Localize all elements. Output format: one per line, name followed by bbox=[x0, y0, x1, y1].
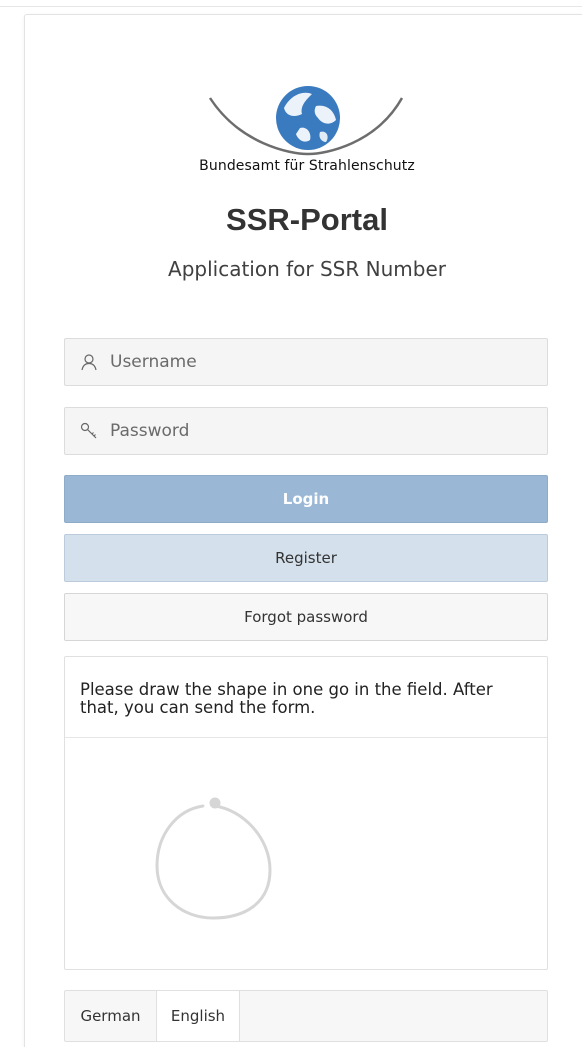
circle-shape-icon bbox=[155, 797, 272, 920]
register-button[interactable]: Register bbox=[64, 534, 548, 582]
language-switcher: German English bbox=[64, 990, 548, 1042]
captcha-instruction: Please draw the shape in one go in the f… bbox=[80, 680, 493, 717]
page-title: SSR-Portal bbox=[226, 202, 388, 237]
language-option-german[interactable]: German bbox=[65, 991, 157, 1041]
password-field[interactable] bbox=[64, 407, 548, 455]
login-page: Bundesamt für Strahlenschutz SSR-Portal … bbox=[0, 0, 582, 1047]
password-input[interactable] bbox=[65, 408, 547, 454]
forgot-password-button[interactable]: Forgot password bbox=[64, 593, 548, 641]
org-name: Bundesamt für Strahlenschutz bbox=[199, 158, 415, 174]
username-input[interactable] bbox=[65, 339, 547, 385]
language-option-english[interactable]: English bbox=[157, 991, 240, 1041]
captcha-drawing-area[interactable] bbox=[65, 738, 547, 969]
top-divider bbox=[0, 6, 582, 7]
shape-captcha: Please draw the shape in one go in the f… bbox=[64, 656, 548, 970]
username-field[interactable] bbox=[64, 338, 548, 386]
login-button[interactable]: Login bbox=[64, 475, 548, 523]
page-subtitle: Application for SSR Number bbox=[168, 257, 446, 281]
